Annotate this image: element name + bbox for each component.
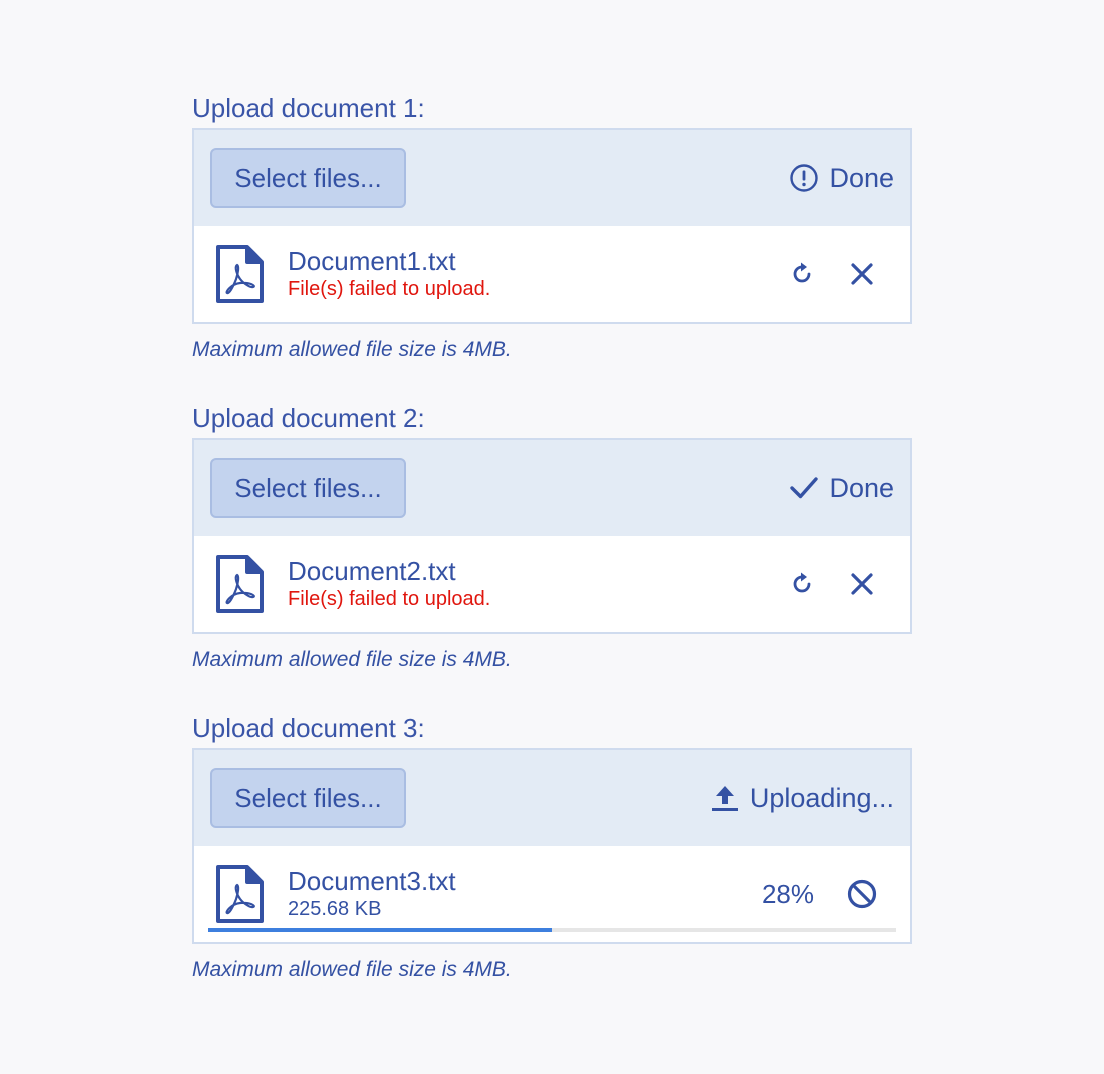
upload-label: Upload document 3: bbox=[192, 713, 425, 743]
file-name: Document3.txt bbox=[288, 866, 456, 896]
file-actions bbox=[786, 568, 878, 600]
upload-label: Upload document 1: bbox=[192, 93, 425, 123]
status-text: Done bbox=[829, 472, 894, 503]
pdf-file-icon bbox=[214, 555, 266, 613]
exclamation-circle-icon bbox=[789, 163, 819, 193]
upload-percent: 28% bbox=[761, 878, 814, 909]
progress-fill bbox=[208, 928, 552, 932]
remove-icon[interactable] bbox=[846, 258, 878, 290]
file-name: Document1.txt bbox=[288, 246, 456, 276]
file-info: Document3.txt 225.68 KB bbox=[288, 866, 762, 922]
remove-icon[interactable] bbox=[846, 568, 878, 600]
upload-toolbar: Select files... Done bbox=[194, 440, 910, 536]
cancel-icon[interactable] bbox=[846, 878, 878, 910]
select-files-button[interactable]: Select files... bbox=[210, 768, 406, 828]
upload-box: Select files... Done bbox=[192, 438, 912, 634]
select-files-button[interactable]: Select files... bbox=[210, 148, 406, 208]
size-hint: Maximum allowed file size is 4MB. bbox=[192, 958, 512, 981]
status-text: Done bbox=[829, 162, 894, 193]
upload-icon bbox=[710, 783, 740, 813]
retry-icon[interactable] bbox=[786, 568, 818, 600]
upload-label: Upload document 2: bbox=[192, 403, 425, 433]
pdf-file-icon bbox=[214, 865, 266, 923]
upload-group-2: Upload document 2: Select files... Done bbox=[192, 402, 912, 672]
file-row: Document3.txt 225.68 KB 28% bbox=[194, 846, 910, 942]
page: Upload document 1: Select files... Done bbox=[0, 0, 1104, 1074]
upload-box: Select files... Uploading... Document3.t… bbox=[192, 748, 912, 944]
upload-status: Done bbox=[789, 163, 894, 194]
file-actions bbox=[786, 258, 878, 290]
size-hint: Maximum allowed file size is 4MB. bbox=[192, 338, 512, 361]
upload-group-3: Upload document 3: Select files... Uploa… bbox=[192, 712, 912, 982]
select-files-button[interactable]: Select files... bbox=[210, 458, 406, 518]
upload-status: Done bbox=[789, 473, 894, 504]
upload-status: Uploading... bbox=[710, 783, 894, 814]
file-row: Document1.txt File(s) failed to upload. bbox=[194, 226, 910, 322]
file-size: 225.68 KB bbox=[288, 898, 382, 920]
file-actions: 28% bbox=[762, 878, 878, 910]
retry-icon[interactable] bbox=[786, 258, 818, 290]
status-text: Uploading... bbox=[749, 782, 894, 813]
file-error-message: File(s) failed to upload. bbox=[288, 278, 491, 300]
file-name: Document2.txt bbox=[288, 556, 456, 586]
size-hint: Maximum allowed file size is 4MB. bbox=[192, 648, 512, 671]
file-info: Document2.txt File(s) failed to upload. bbox=[288, 556, 786, 612]
upload-toolbar: Select files... Done bbox=[194, 130, 910, 226]
upload-toolbar: Select files... Uploading... bbox=[194, 750, 910, 846]
upload-box: Select files... Done bbox=[192, 128, 912, 324]
progress-bar bbox=[208, 928, 896, 932]
pdf-file-icon bbox=[214, 245, 266, 303]
file-error-message: File(s) failed to upload. bbox=[288, 588, 491, 610]
file-info: Document1.txt File(s) failed to upload. bbox=[288, 246, 786, 302]
check-icon bbox=[789, 473, 819, 503]
file-row: Document2.txt File(s) failed to upload. bbox=[194, 536, 910, 632]
upload-group-1: Upload document 1: Select files... Done bbox=[192, 92, 912, 362]
